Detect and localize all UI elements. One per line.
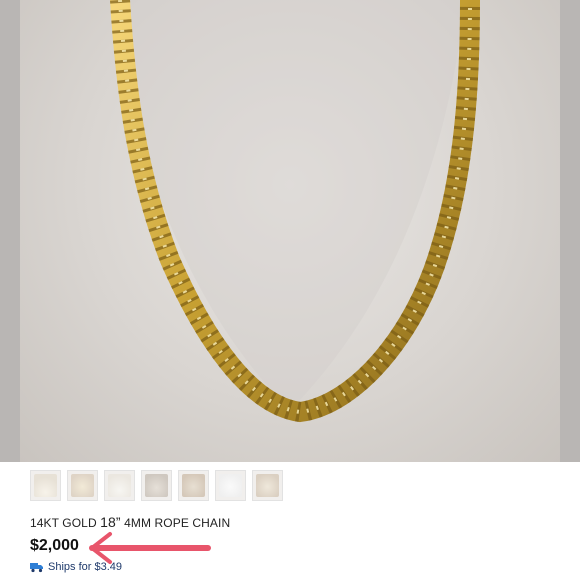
right-backdrop bbox=[560, 0, 580, 462]
price: $2,000 bbox=[30, 537, 79, 554]
thumbnail-3[interactable] bbox=[104, 470, 135, 501]
thumbnail-strip bbox=[30, 470, 283, 502]
thumbnail-6[interactable] bbox=[215, 470, 246, 501]
main-product-image[interactable] bbox=[20, 0, 560, 462]
shipping-info: Ships for $3.49 bbox=[30, 561, 122, 573]
thumbnail-2[interactable] bbox=[67, 470, 98, 501]
rope-chain-illustration bbox=[110, 0, 480, 423]
left-backdrop bbox=[0, 0, 20, 462]
thumbnail-4[interactable] bbox=[141, 470, 172, 501]
shipping-text: Ships for $3.49 bbox=[48, 561, 122, 573]
product-title: 14KT GOLD 18” 4MM ROPE CHAIN bbox=[30, 514, 230, 530]
title-suffix: 4MM ROPE CHAIN bbox=[124, 516, 231, 530]
truck-icon bbox=[30, 562, 43, 572]
title-length: 18” bbox=[100, 514, 121, 530]
thumbnail-1[interactable] bbox=[30, 470, 61, 501]
title-prefix: 14KT GOLD bbox=[30, 516, 97, 530]
thumbnail-7[interactable] bbox=[252, 470, 283, 501]
thumbnail-5[interactable] bbox=[178, 470, 209, 501]
